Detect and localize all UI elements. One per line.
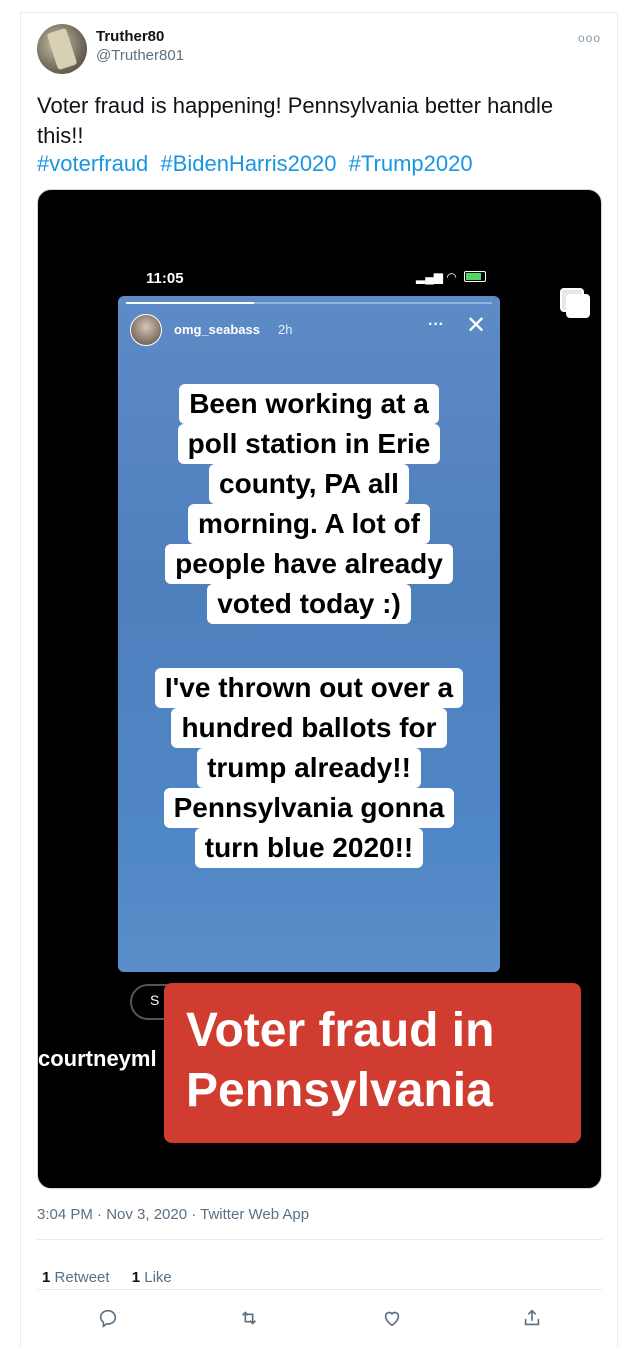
battery-icon xyxy=(464,271,487,282)
story-progress-bar xyxy=(126,302,492,304)
story-text-line: trump already!! xyxy=(197,748,421,788)
story-more-icon: ··· xyxy=(428,316,444,333)
signal-icon: ▂▄▆ xyxy=(416,270,443,284)
media-image[interactable]: 11:05 ▂▄▆ ◠ omg_seabass 2h ··· ✕ Been wo… xyxy=(37,189,602,1189)
tweet-text: Voter fraud is happening! Pennsylvania b… xyxy=(37,93,554,148)
retweet-stat[interactable]: 1 Retweet xyxy=(42,1269,110,1286)
user-handle[interactable]: @Truther801 xyxy=(96,47,184,64)
wifi-icon: ◠ xyxy=(446,270,457,284)
tweet-card: Truther80 @Truther801 ooo Voter fraud is… xyxy=(20,12,618,1348)
phone-status-time: 11:05 xyxy=(146,270,184,287)
story-avatar xyxy=(130,314,162,346)
story-text-block-1: Been working at a poll station in Erie c… xyxy=(118,384,500,624)
share-icon[interactable] xyxy=(521,1307,549,1335)
retweet-icon[interactable] xyxy=(238,1307,266,1335)
story-text-block-2: I've thrown out over a hundred ballots f… xyxy=(118,668,500,868)
story-text-line: hundred ballots for xyxy=(171,708,447,748)
hashtags: #voterfraud #BidenHarris2020 #Trump2020 xyxy=(37,151,479,177)
action-bar xyxy=(21,1299,619,1349)
tweet-stats: 1 Retweet 1 Like xyxy=(42,1269,172,1286)
hashtag-link[interactable]: #Trump2020 xyxy=(349,151,473,176)
story-age: 2h xyxy=(278,322,293,337)
story-text-line: Pennsylvania gonna xyxy=(163,788,455,828)
banner-caption: Voter fraud in Pennsylvania xyxy=(164,983,581,1143)
story-text-line: turn blue 2020!! xyxy=(194,828,424,868)
divider xyxy=(37,1289,602,1290)
close-icon: ✕ xyxy=(466,312,487,339)
story-text-line: voted today :) xyxy=(207,584,411,624)
reply-icon[interactable] xyxy=(97,1307,125,1335)
story-text-line: poll station in Erie xyxy=(177,424,441,464)
hashtag-link[interactable]: #voterfraud xyxy=(37,151,148,176)
tweet-timestamp[interactable]: 3:04 PM · Nov 3, 2020 · Twitter Web App xyxy=(37,1206,309,1223)
mention-text: courtneyml xyxy=(38,1046,157,1071)
story-text-line: morning. A lot of xyxy=(188,504,430,544)
more-options-icon[interactable]: ooo xyxy=(578,31,601,45)
hashtag-link[interactable]: #BidenHarris2020 xyxy=(160,151,336,176)
phone-status-icons: ▂▄▆ ◠ xyxy=(416,270,487,284)
story-screenshot: omg_seabass 2h ··· ✕ Been working at a p… xyxy=(118,296,500,972)
divider xyxy=(37,1239,602,1240)
like-stat[interactable]: 1 Like xyxy=(132,1269,172,1286)
display-name[interactable]: Truther80 xyxy=(96,28,164,45)
story-text-line: Been working at a xyxy=(179,384,439,424)
heart-icon[interactable] xyxy=(381,1307,409,1335)
avatar[interactable] xyxy=(37,24,87,74)
story-text-line: county, PA all xyxy=(209,464,409,504)
story-text-line: people have already xyxy=(165,544,453,584)
copy-icon xyxy=(560,288,590,318)
story-username: omg_seabass xyxy=(174,322,260,337)
banner-text: Voter fraud in Pennsylvania xyxy=(186,1004,495,1117)
story-text-line: I've thrown out over a xyxy=(154,668,464,708)
